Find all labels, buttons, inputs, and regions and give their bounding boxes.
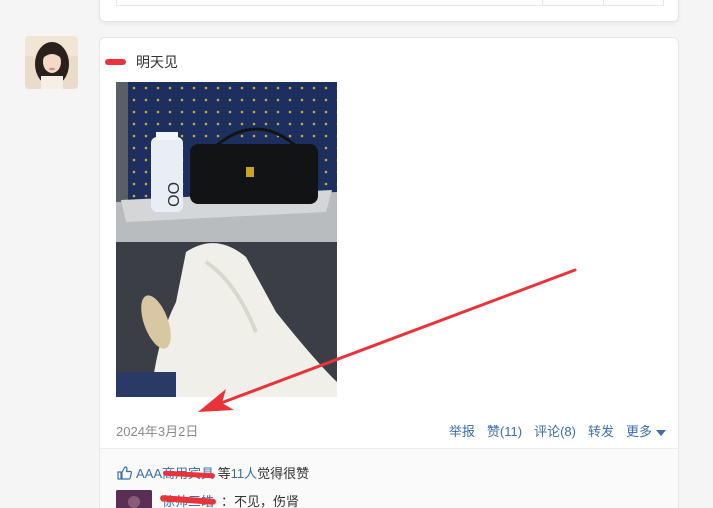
report-button[interactable]: 举报 — [449, 421, 475, 440]
caret-down-icon — [656, 429, 666, 436]
more-button[interactable]: 更多 — [626, 421, 666, 440]
comment-text: ：不见，伤肾 — [221, 494, 300, 508]
comment-button[interactable]: 评论(8) — [534, 421, 576, 440]
post-text: 明天见 — [136, 54, 178, 70]
redaction-mark — [105, 59, 126, 65]
share-button[interactable]: 转发 — [588, 421, 614, 440]
table-divider — [603, 0, 604, 5]
previous-post-card — [99, 0, 679, 22]
like-button[interactable]: 赞(11) — [487, 421, 522, 440]
table-divider — [542, 0, 543, 5]
thumbs-up-icon — [117, 466, 132, 480]
like-count-link[interactable]: 11人 — [231, 466, 258, 481]
svg-text:OO: OO — [164, 182, 181, 207]
photo-image: OO — [116, 82, 337, 397]
previous-post-table — [116, 0, 664, 6]
commenter-avatar[interactable] — [116, 490, 152, 508]
avatar[interactable] — [25, 36, 78, 89]
more-label: 更多 — [625, 424, 652, 439]
likes-suffix: 觉得很赞 — [257, 466, 310, 481]
commenter-avatar-image — [116, 490, 152, 508]
post-meta-row: 2024年3月2日 举报 赞(11) 评论(8) 转发 更多 — [116, 421, 666, 441]
liker-link[interactable]: AAA商用宾具 — [136, 466, 216, 481]
post-photo[interactable]: OO — [116, 82, 337, 397]
likes-row: AAA商用宾具 等11人觉得很赞 — [117, 463, 309, 482]
post-card: 明天见 OO 2024年3月2日 举报 赞(11) 评论(8) 转发 更多 等1… — [99, 37, 679, 508]
post-date: 2024年3月2日 — [116, 424, 199, 439]
avatar-image — [25, 36, 78, 89]
likes-middle-text: 等 — [217, 466, 231, 481]
likes-comments-area: AAA商用宾具 等11人觉得很赞 徐帅三皓 ：不见，伤肾 — [100, 449, 678, 508]
post-actions: 举报 赞(11) 评论(8) 转发 更多 — [449, 421, 666, 440]
